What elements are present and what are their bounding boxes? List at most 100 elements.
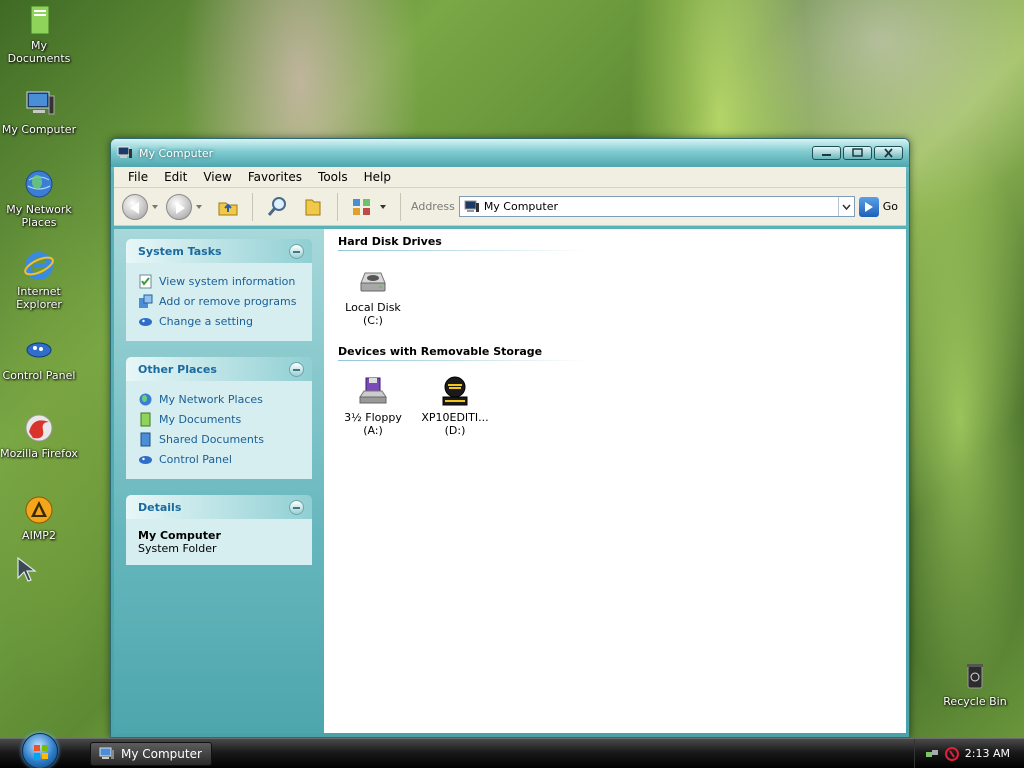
minimize-button[interactable] [812,146,841,160]
system-tray: 2:13 AM [913,738,1024,768]
globe-icon [139,393,152,405]
place-shared-documents[interactable]: Shared Documents [138,429,300,449]
mouse-cursor-icon [17,556,37,582]
documents-icon [140,412,151,426]
system-tasks-header[interactable]: System Tasks [126,239,312,263]
collapse-icon[interactable] [289,499,304,515]
drive-floppy-a[interactable]: 3½ Floppy (A:) [338,375,408,437]
place-control-panel[interactable]: Control Panel [138,449,300,469]
desktop-icon-network[interactable]: My Network Places [0,168,78,229]
desktop-icon-firefox[interactable]: Mozilla Firefox [0,412,78,460]
search-button[interactable] [265,195,289,219]
content-area: Hard Disk Drives Local Disk (C:) Devices… [324,229,906,733]
clock[interactable]: 2:13 AM [965,747,1010,760]
menu-file[interactable]: File [120,170,156,184]
forward-dropdown-icon[interactable] [196,204,202,209]
menu-favorites[interactable]: Favorites [240,170,310,184]
security-tray-icon[interactable] [944,746,959,761]
start-button[interactable] [22,732,58,768]
go-arrow-icon [858,196,879,217]
drive-letter: (D:) [444,424,466,437]
views-icon [353,198,370,215]
chevron-down-icon [842,204,851,210]
title-bar[interactable]: My Computer [111,139,909,167]
menu-tools[interactable]: Tools [310,170,356,184]
panel-title: Other Places [138,362,217,376]
other-places-header[interactable]: Other Places [126,357,312,381]
desktop-icon-label: Internet Explorer [16,285,62,311]
drive-letter: (A:) [363,424,383,437]
close-icon [884,148,893,158]
computer-icon [117,146,132,158]
group-header-hard-disk: Hard Disk Drives [338,235,588,251]
folder-up-icon [218,202,238,215]
explorer-window: My Computer File Edit View Favorites Too… [110,138,910,738]
address-bar: Address My Computer Go [411,196,906,217]
desktop-icon-label: My Network Places [6,203,72,229]
globe-icon [23,168,55,200]
menu-help[interactable]: Help [356,170,399,184]
floppy-drive-icon [357,375,389,407]
desktop-icon-my-documents[interactable]: My Documents [0,4,78,65]
folder-icon [23,4,55,36]
computer-icon [464,200,479,212]
back-dropdown-icon[interactable] [152,204,158,209]
desktop-icon-recycle-bin[interactable]: Recycle Bin [936,660,1014,708]
back-button[interactable] [122,193,148,220]
internet-explorer-icon [23,250,55,282]
details-header[interactable]: Details [126,495,312,519]
control-panel-icon [139,455,152,464]
place-my-documents[interactable]: My Documents [138,409,300,429]
details-type: System Folder [138,542,217,555]
go-button[interactable]: Go [858,196,898,217]
desktop-icon-my-computer[interactable]: My Computer [0,88,78,136]
recycle-bin-icon [959,660,991,692]
address-input[interactable]: My Computer [458,196,855,217]
collapse-icon[interactable] [289,243,304,259]
drive-label: Local Disk (C:) [345,301,401,327]
desktop-icon-aimp2[interactable]: AIMP2 [0,494,78,542]
views-dropdown-icon[interactable] [380,204,386,209]
programs-icon [139,294,153,308]
desktop-icon-label: Mozilla Firefox [0,447,78,460]
task-view-system-information[interactable]: View system information [138,271,300,291]
task-change-setting[interactable]: Change a setting [138,311,300,331]
task-add-remove-programs[interactable]: Add or remove programs [138,291,300,311]
taskbar-button-label: My Computer [121,746,202,761]
toolbar-separator [337,192,338,221]
details-name: My Computer [138,529,221,542]
window-body: System Tasks View system information Add… [114,229,906,733]
desktop-icon-control-panel[interactable]: Control Panel [0,334,78,382]
address-dropdown-button[interactable] [837,197,854,216]
views-button[interactable] [350,195,374,219]
folders-icon [305,199,321,215]
desktop-icon-ie[interactable]: Internet Explorer [0,250,78,311]
address-label: Address [411,200,455,213]
desktop-icon-label: Control Panel [2,369,76,382]
place-my-network-places[interactable]: My Network Places [138,389,300,409]
up-folder-button[interactable] [216,195,240,219]
desktop-icon-label: AIMP2 [22,529,56,542]
network-tray-icon[interactable] [925,747,939,761]
aimp-icon [23,494,55,526]
menu-bar: File Edit View Favorites Tools Help [114,167,906,188]
forward-button[interactable] [166,193,192,220]
folders-button[interactable] [301,195,325,219]
windows-logo-icon [34,744,48,759]
drive-local-disk-c[interactable]: Local Disk (C:) [338,265,408,327]
checklist-icon [139,274,152,288]
computer-icon [23,88,55,120]
go-label: Go [882,200,898,213]
computer-icon [99,747,114,759]
menu-view[interactable]: View [195,170,239,184]
desktop-icon-label: My Computer [1,123,77,136]
task-pane: System Tasks View system information Add… [114,229,324,733]
drive-cd-d[interactable]: XP10EDITI... (D:) [420,375,490,437]
collapse-icon[interactable] [289,361,304,377]
menu-edit[interactable]: Edit [156,170,195,184]
panel-title: Details [138,500,182,514]
drive-label: XP10EDITI... [421,411,489,424]
close-button[interactable] [874,146,903,160]
taskbar-button-my-computer[interactable]: My Computer [90,741,212,766]
maximize-button[interactable] [843,146,872,160]
